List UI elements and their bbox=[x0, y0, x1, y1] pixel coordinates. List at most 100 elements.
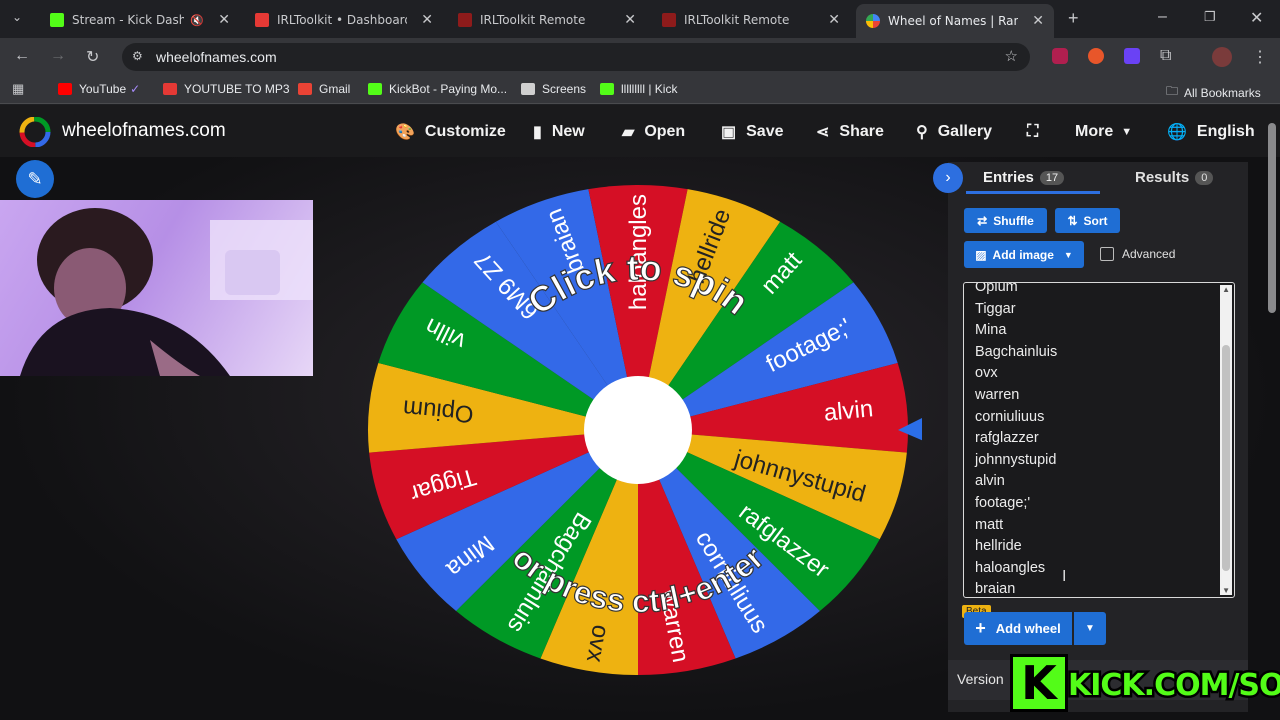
bookmark-screens[interactable]: Screens bbox=[521, 82, 586, 96]
bookmark-youtube[interactable]: YouTube ✓ bbox=[58, 82, 140, 96]
tab-irltoolkit-remote-2[interactable]: IRLToolkit Remote ✕ bbox=[652, 6, 850, 34]
caret-down-icon: ▼ bbox=[1063, 249, 1073, 260]
close-icon[interactable]: ✕ bbox=[624, 12, 636, 28]
close-icon[interactable]: ✕ bbox=[1032, 13, 1044, 29]
kickbot-icon bbox=[368, 83, 382, 95]
scroll-down-icon[interactable]: ▼ bbox=[1222, 586, 1230, 595]
tab-label: Entries bbox=[983, 169, 1034, 186]
add-wheel-button[interactable]: + Add wheel bbox=[964, 612, 1072, 645]
open-button[interactable]: ▰ Open bbox=[622, 119, 685, 145]
edit-pencil-button[interactable]: ✎ bbox=[16, 160, 54, 198]
menu-label: New bbox=[551, 123, 585, 140]
advanced-checkbox[interactable] bbox=[1100, 247, 1114, 261]
bookmark-star-icon[interactable]: ☆ bbox=[1005, 47, 1018, 65]
tab-irltoolkit-dashboard[interactable]: IRLToolkit • Dashboard ✕ bbox=[245, 6, 443, 34]
folder-icon: 🗀 bbox=[1166, 84, 1179, 98]
scroll-up-icon[interactable]: ▲ bbox=[1222, 285, 1230, 294]
extension-ublock-icon[interactable] bbox=[1052, 48, 1068, 64]
entries-list: Opium Tiggar Mina Bagchainluis ovx warren corn… bbox=[975, 282, 1057, 598]
active-tab-indicator bbox=[966, 191, 1100, 194]
kick-favicon-icon bbox=[50, 13, 64, 27]
language-button[interactable]: 🌐 English bbox=[1167, 119, 1255, 145]
share-icon: ⋖ bbox=[816, 124, 830, 141]
extension-cookie-icon[interactable] bbox=[1088, 48, 1104, 64]
save-button[interactable]: ▣ Save bbox=[721, 119, 784, 145]
entry-item: matt bbox=[975, 516, 1004, 533]
all-bookmarks[interactable]: 🗀 All Bookmarks bbox=[1166, 82, 1261, 103]
forward-icon[interactable]: → bbox=[50, 47, 66, 65]
youtube-icon bbox=[58, 83, 72, 95]
wheel-of-names[interactable]: braian haloangles hellride mattfootage;'alv… bbox=[362, 180, 922, 680]
reload-icon[interactable]: ↻ bbox=[86, 47, 99, 67]
add-wheel-dropdown[interactable]: ▼ bbox=[1074, 612, 1106, 645]
image-icon: ▨ bbox=[975, 247, 987, 262]
site-logo-text[interactable]: wheelofnames.com bbox=[62, 120, 226, 142]
close-icon[interactable]: ✕ bbox=[828, 12, 840, 28]
irltoolkit-favicon-icon bbox=[255, 13, 269, 27]
tab-results[interactable]: Results 0 bbox=[1135, 169, 1214, 186]
bookmark-youtube-to-mp3[interactable]: YOUTUBE TO MP3 bbox=[163, 82, 290, 96]
minimize-icon[interactable]: – bbox=[1158, 8, 1167, 26]
tab-search-icon[interactable]: ⌄ bbox=[12, 10, 22, 24]
tab-entries[interactable]: Entries 17 bbox=[983, 169, 1065, 186]
wheelofnames-logo-icon[interactable] bbox=[18, 117, 52, 147]
menu-label: English bbox=[1196, 123, 1255, 140]
kick-watermark: K KICK.COM/SO1Z KICK.COM/SO1Z bbox=[1010, 654, 1280, 714]
tab-kick-dashboard[interactable]: Stream - Kick Dashbo 🔇 ✕ bbox=[40, 6, 240, 34]
new-button[interactable]: ▮ New bbox=[533, 119, 585, 145]
tab-title: IRLToolkit Remote bbox=[684, 13, 790, 27]
page-scrollbar[interactable] bbox=[1268, 123, 1276, 313]
more-button[interactable]: More ▼ bbox=[1075, 119, 1132, 145]
add-image-button[interactable]: ▨ Add image ▼ bbox=[964, 241, 1084, 268]
bookmark-gmail[interactable]: Gmail bbox=[298, 82, 350, 96]
back-icon[interactable]: ← bbox=[14, 47, 30, 65]
bookmark-label: YOUTUBE TO MP3 bbox=[184, 82, 290, 96]
address-bar[interactable]: ⚙ wheelofnames.com ☆ bbox=[122, 43, 1030, 71]
file-icon: ▮ bbox=[533, 124, 542, 141]
profile-avatar[interactable] bbox=[1212, 47, 1232, 67]
apps-grid-icon[interactable]: ▦ bbox=[12, 81, 24, 97]
version-label: Version bbox=[957, 671, 1004, 687]
caret-down-icon: ▼ bbox=[1085, 623, 1095, 634]
folder-open-icon: ▰ bbox=[622, 124, 635, 141]
window-close-icon[interactable]: ✕ bbox=[1250, 8, 1263, 28]
site-info-icon[interactable]: ⚙ bbox=[132, 49, 143, 63]
extensions-puzzle-icon[interactable]: ⧉ bbox=[1160, 47, 1171, 65]
close-icon[interactable]: ✕ bbox=[218, 12, 230, 28]
bookmarks-bar: ▦ YouTube ✓ YOUTUBE TO MP3 Gmail KickBot … bbox=[0, 76, 1280, 104]
sort-button[interactable]: ⇅ Sort bbox=[1055, 208, 1120, 233]
kick-url-text: KICK.COM/SO1Z bbox=[1068, 668, 1280, 703]
new-tab-icon[interactable]: + bbox=[1068, 8, 1079, 29]
button-label: Shuffle bbox=[993, 213, 1034, 228]
mute-icon[interactable]: 🔇 bbox=[190, 14, 204, 27]
share-button[interactable]: ⋖ Share bbox=[816, 119, 884, 145]
button-label: Add wheel bbox=[995, 621, 1061, 636]
entry-item: Opium bbox=[975, 282, 1018, 295]
results-count-badge: 0 bbox=[1195, 170, 1214, 185]
bookmark-kickbot[interactable]: KickBot - Paying Mo... bbox=[368, 82, 507, 96]
caret-down-icon: ▼ bbox=[1121, 126, 1133, 138]
entry-item: Tiggar bbox=[975, 300, 1016, 317]
entry-item: alvin bbox=[975, 473, 1005, 490]
restore-icon[interactable]: ❐ bbox=[1204, 9, 1216, 25]
wheel-center[interactable] bbox=[584, 376, 692, 484]
extension-twitch-icon[interactable] bbox=[1124, 48, 1140, 64]
tab-irltoolkit-remote-1[interactable]: IRLToolkit Remote ✕ bbox=[448, 6, 646, 34]
kick-logo-icon: K bbox=[1010, 654, 1068, 712]
close-icon[interactable]: ✕ bbox=[421, 12, 433, 28]
customize-button[interactable]: 🎨 Customize bbox=[395, 119, 506, 145]
gmail-icon bbox=[298, 83, 312, 95]
entry-item: warren bbox=[975, 386, 1020, 403]
textarea-scroll-thumb[interactable] bbox=[1222, 345, 1230, 571]
gallery-button[interactable]: ⚲ Gallery bbox=[916, 119, 992, 145]
tab-wheel-of-names[interactable]: Wheel of Names | Rando ✕ bbox=[856, 4, 1054, 38]
entries-textarea[interactable]: Opium Tiggar Mina Bagchainluis ovx warren corn… bbox=[963, 282, 1235, 598]
fullscreen-button[interactable]: ⛶ bbox=[1027, 119, 1038, 145]
browser-menu-icon[interactable]: ⋮ bbox=[1252, 47, 1268, 67]
check-icon: ✓ bbox=[130, 82, 141, 96]
search-icon: ⚲ bbox=[916, 124, 928, 141]
hide-panel-button[interactable]: › bbox=[933, 163, 963, 193]
bookmark-kick[interactable]: lllllllll | Kick bbox=[600, 82, 677, 96]
entry-item: braian bbox=[975, 581, 1016, 598]
shuffle-button[interactable]: ⇄ Shuffle bbox=[964, 208, 1047, 233]
